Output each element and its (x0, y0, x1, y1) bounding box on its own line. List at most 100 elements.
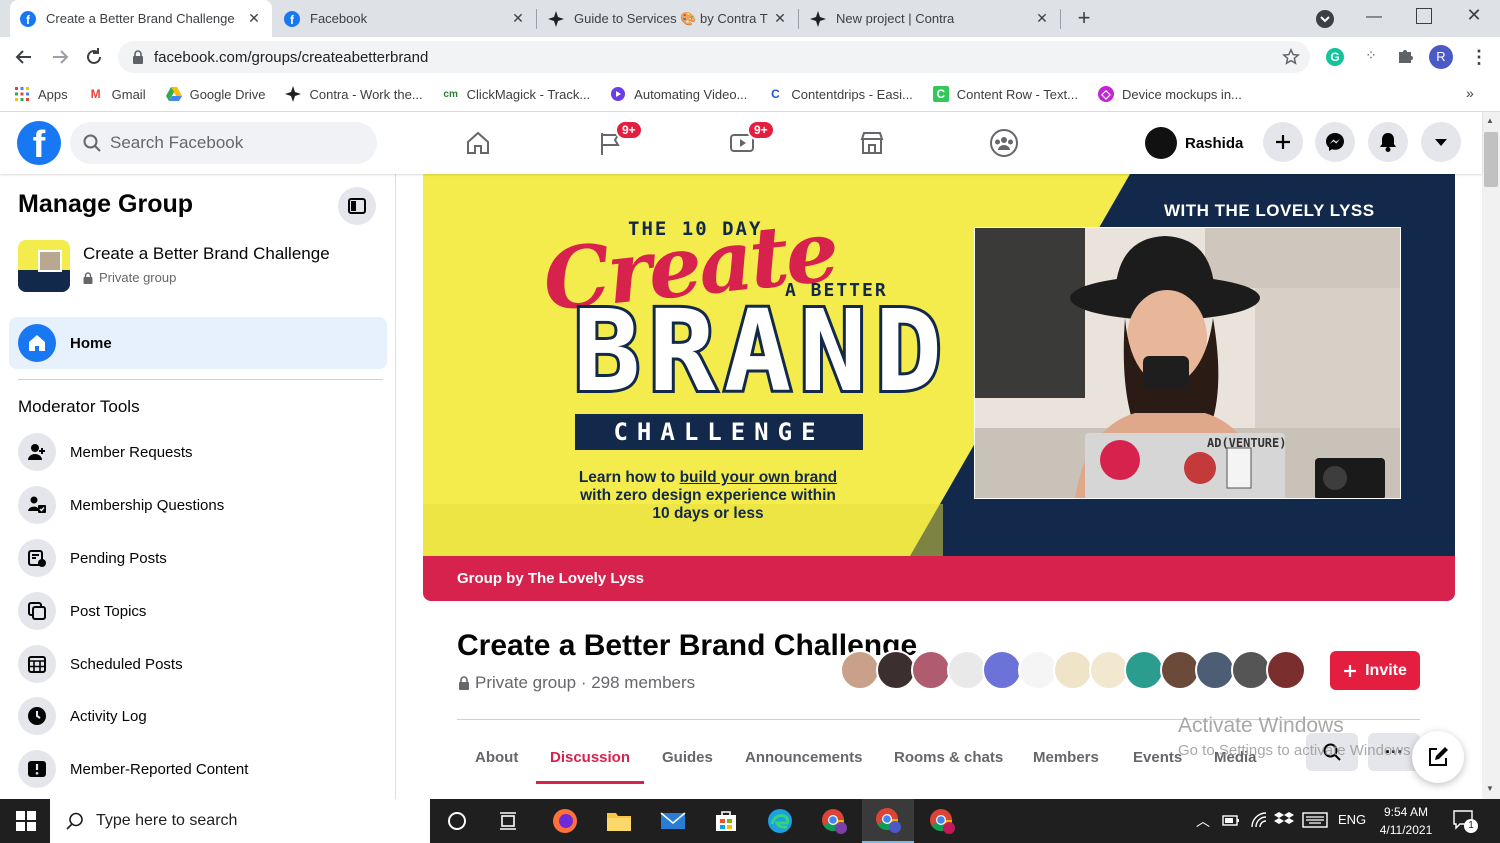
action-center-button[interactable]: 1 (1452, 809, 1478, 833)
bookmark-gmail[interactable]: M Gmail (88, 86, 146, 102)
scrollbar-thumb[interactable] (1484, 132, 1498, 187)
nav-home-tab[interactable] (423, 112, 533, 174)
member-avatar[interactable] (1088, 650, 1129, 690)
address-bar[interactable]: facebook.com/groups/createabetterbrand (118, 41, 1310, 73)
task-view-button[interactable] (483, 799, 535, 843)
tab-guides[interactable]: Guides (662, 732, 713, 782)
close-window-button[interactable]: ✕ (1464, 5, 1484, 25)
sidebar-item-member-reported-content[interactable]: Member-Reported Content (18, 750, 248, 788)
start-button[interactable] (0, 799, 52, 843)
extensions-puzzle-icon[interactable] (1396, 47, 1414, 65)
close-tab-icon[interactable]: ✕ (1034, 10, 1050, 27)
tab-about[interactable]: About (475, 732, 518, 782)
member-avatar[interactable] (982, 650, 1022, 690)
bookmark-google-drive[interactable]: Google Drive (165, 86, 265, 102)
back-arrow-icon[interactable] (14, 47, 34, 67)
restore-window-button[interactable] (1416, 8, 1432, 24)
taskbar-firefox[interactable] (539, 799, 591, 843)
account-menu-button[interactable] (1421, 122, 1461, 162)
nav-gaming-tab[interactable] (949, 112, 1059, 174)
dropbox-icon[interactable] (1274, 811, 1294, 829)
member-avatar[interactable] (946, 650, 987, 690)
sidebar-item-post-topics[interactable]: Post Topics (18, 592, 146, 630)
bookmark-star-icon[interactable] (1282, 48, 1300, 66)
cortana-button[interactable] (431, 799, 483, 843)
tab-events[interactable]: Events (1133, 732, 1182, 782)
nav-groups-tab[interactable]: 9+ (555, 112, 665, 174)
scroll-up-arrow[interactable]: ▲ (1486, 116, 1494, 125)
bookmark-contentdrips[interactable]: C Contentdrips - Easi... (767, 86, 913, 102)
new-message-button[interactable] (1412, 731, 1464, 783)
browser-tab-create-brand[interactable]: f Create a Better Brand Challenge ✕ (10, 0, 272, 37)
toggle-sidebar-button[interactable] (338, 187, 376, 225)
keyboard-icon[interactable] (1302, 812, 1328, 828)
minimize-window-button[interactable]: — (1364, 8, 1384, 28)
sidebar-item-activity-log[interactable]: Activity Log (18, 697, 147, 735)
invite-button[interactable]: Invite (1330, 651, 1420, 690)
taskbar-mail[interactable] (647, 799, 699, 843)
bookmark-content-row[interactable]: C Content Row - Text... (932, 86, 1078, 102)
close-tab-icon[interactable]: ✕ (246, 10, 262, 27)
bookmark-clickmagick[interactable]: cm ClickMagick - Track... (443, 86, 590, 102)
taskbar-chrome-1[interactable] (808, 799, 860, 843)
more-bookmarks-icon[interactable]: » (1466, 85, 1474, 101)
wifi-icon[interactable] (1250, 811, 1268, 829)
group-name[interactable]: Create a Better Brand Challenge (83, 244, 330, 264)
member-avatar[interactable] (1124, 650, 1164, 690)
member-avatar[interactable] (1195, 650, 1235, 690)
member-avatar[interactable] (1159, 650, 1200, 690)
sidebar-item-member-requests[interactable]: Member Requests (18, 433, 193, 471)
taskbar-store[interactable] (700, 799, 752, 843)
member-avatar[interactable] (1230, 650, 1271, 690)
profile-avatar[interactable]: R (1429, 45, 1453, 69)
bookmark-automating-video[interactable]: Automating Video... (610, 86, 747, 102)
member-avatar[interactable] (1266, 650, 1306, 690)
member-avatar[interactable] (1017, 650, 1058, 690)
browser-tab-contra-project[interactable]: New project | Contra ✕ (800, 0, 1060, 37)
tab-members[interactable]: Members (1033, 732, 1099, 782)
forward-arrow-icon[interactable] (50, 47, 70, 67)
sidebar-item-pending-posts[interactable]: Pending Posts (18, 539, 167, 577)
taskbar-edge[interactable] (754, 799, 806, 843)
facebook-search-input[interactable]: Search Facebook (70, 122, 377, 164)
bookmark-apps[interactable]: Apps (14, 86, 68, 102)
browser-menu-icon[interactable]: ⋮ (1470, 45, 1488, 69)
taskbar-chrome-3[interactable] (916, 799, 968, 843)
cover-band[interactable]: Group by The Lovely Lyss (423, 556, 1455, 601)
taskbar-clock[interactable]: 9:54 AM 4/11/2021 (1370, 803, 1442, 839)
battery-icon[interactable] (1222, 813, 1240, 827)
page-scrollbar[interactable]: ▲ ▼ (1482, 112, 1500, 799)
member-avatar[interactable] (911, 650, 951, 690)
grammarly-extension-icon[interactable]: G (1326, 48, 1344, 66)
sidebar-item-membership-questions[interactable]: Membership Questions (18, 486, 224, 524)
new-tab-button[interactable]: + (1072, 6, 1096, 30)
facebook-logo[interactable]: f (17, 121, 61, 165)
close-tab-icon[interactable]: ✕ (772, 10, 788, 27)
taskbar-chrome-2-active[interactable] (862, 799, 914, 843)
show-hidden-icons-chevron[interactable]: ︿ (1196, 811, 1210, 831)
sidebar-item-home[interactable]: Home (9, 317, 387, 369)
browser-tab-contra-guide[interactable]: Guide to Services 🎨 by Contra T ✕ (538, 0, 798, 37)
nav-watch-tab[interactable]: 9+ (687, 112, 797, 174)
member-avatar[interactable] (840, 650, 880, 690)
messenger-button[interactable] (1315, 122, 1355, 162)
bookmark-device-mockups[interactable]: ◇ Device mockups in... (1097, 86, 1242, 102)
tab-search-button[interactable] (1316, 10, 1334, 28)
sidebar-item-scheduled-posts[interactable]: Scheduled Posts (18, 645, 183, 683)
tab-discussion[interactable]: Discussion (536, 732, 644, 784)
member-avatar[interactable] (875, 650, 916, 690)
taskbar-search-input[interactable]: Type here to search (50, 799, 430, 843)
notifications-button[interactable] (1368, 122, 1408, 162)
tab-announcements[interactable]: Announcements (745, 732, 863, 782)
group-thumbnail[interactable] (18, 240, 70, 292)
tab-rooms-chats[interactable]: Rooms & chats (894, 732, 1003, 782)
language-indicator[interactable]: ENG (1338, 812, 1366, 827)
extension-icon[interactable]: ⁘ (1362, 47, 1380, 65)
browser-tab-facebook[interactable]: f Facebook ✕ (274, 0, 536, 37)
bookmark-contra[interactable]: Contra - Work the... (285, 86, 423, 102)
scroll-down-arrow[interactable]: ▼ (1486, 784, 1494, 793)
group-cover-photo[interactable]: THE 10 DAY Create A BETTER BRAND CHALLEN… (423, 174, 1455, 601)
member-avatar[interactable] (1053, 650, 1093, 690)
reload-icon[interactable] (84, 47, 104, 67)
nav-marketplace-tab[interactable] (817, 112, 927, 174)
